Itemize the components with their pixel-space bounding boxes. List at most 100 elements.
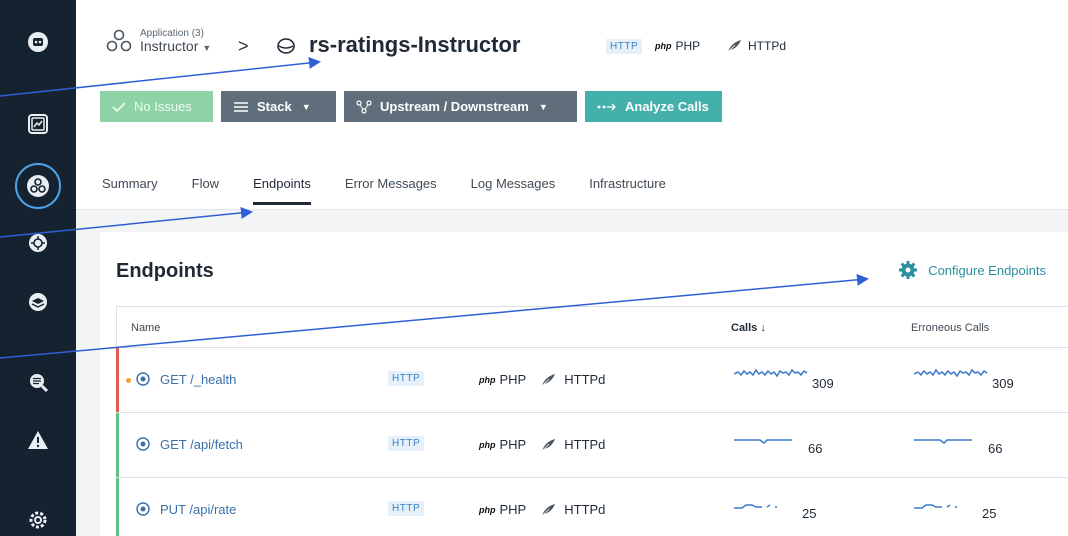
upstream-downstream-label: Upstream / Downstream (380, 99, 529, 114)
caret-down-icon: ▼ (301, 101, 311, 112)
table-row[interactable]: GET /api/fetch HTTP php PHP HTTPd 66 66 (116, 413, 1068, 478)
logo-icon[interactable] (18, 22, 58, 62)
endpoint-name[interactable]: GET /_health (160, 372, 236, 387)
httpd-label: HTTPd (564, 437, 606, 452)
endpoint-name[interactable]: PUT /api/rate (160, 502, 236, 517)
caret-down-icon: ▼ (538, 101, 548, 112)
application-selector[interactable]: Application (3) Instructor ▼ (104, 26, 211, 56)
php-logo-icon: php (479, 439, 496, 450)
application-icon (106, 29, 132, 52)
status-indicator-ok (116, 413, 119, 477)
calls-sparkline (734, 504, 777, 509)
erroneous-sparkline (914, 368, 988, 378)
service-tabs: Summary Flow Endpoints Error Messages Lo… (102, 176, 700, 206)
service-tech-httpd: HTTPd (726, 39, 786, 53)
endpoints-title: Endpoints (116, 260, 214, 282)
erroneous-count: 25 (982, 506, 997, 521)
endpoint-icon (136, 437, 150, 451)
analyze-icon (597, 102, 617, 112)
calls-count: 66 (808, 441, 823, 456)
no-issues-label: No Issues (134, 99, 192, 114)
php-logo-icon: php (479, 504, 496, 515)
endpoint-icon (136, 372, 150, 386)
events-icon[interactable] (18, 420, 58, 460)
feather-icon (727, 40, 741, 53)
httpd-label: HTTPd (748, 39, 787, 53)
warning-dot-icon (126, 378, 131, 383)
calls-sparkline (734, 439, 792, 444)
column-header-calls[interactable]: Calls ↓ (731, 322, 766, 334)
configure-endpoints-label: Configure Endpoints (928, 262, 1046, 278)
check-icon (112, 101, 126, 113)
http-badge: HTTP (388, 371, 425, 386)
dependency-icon (356, 99, 372, 114)
left-nav-rail (0, 0, 76, 536)
endpoint-technologies: php PHP HTTPd (479, 437, 605, 452)
service-tech-php: php PHP (655, 39, 700, 53)
httpd-label: HTTPd (564, 502, 606, 517)
column-header-name[interactable]: Name (131, 322, 160, 334)
calls-count: 309 (812, 376, 834, 391)
feather-icon (541, 373, 556, 386)
feather-icon (541, 438, 556, 451)
httpd-label: HTTPd (564, 372, 606, 387)
application-name[interactable]: Instructor ▼ (140, 37, 211, 54)
service-title: rs-ratings-Instructor (309, 32, 521, 57)
status-indicator-error (116, 348, 119, 412)
stack-icon (233, 101, 249, 113)
feather-icon (541, 503, 556, 516)
service-toolbar: No Issues Stack ▼ Upstream / Downstream … (100, 91, 730, 122)
status-indicator-ok (116, 478, 119, 536)
table-header: Name Calls ↓ Erroneous Calls (116, 306, 1068, 348)
service-icon (277, 38, 295, 54)
breadcrumb-separator: > (238, 36, 249, 56)
php-logo-icon: php (479, 374, 496, 385)
configure-endpoints-link[interactable]: Configure Endpoints (898, 260, 1046, 280)
endpoint-technologies: php PHP HTTPd (479, 372, 605, 387)
application-name-text: Instructor (140, 37, 199, 54)
kubernetes-icon[interactable] (18, 223, 58, 263)
erroneous-count: 309 (992, 376, 1014, 391)
dashboard-icon[interactable] (18, 104, 58, 144)
table-row[interactable]: GET /_health HTTP php PHP HTTPd 309 309 (116, 348, 1068, 413)
settings-icon[interactable] (18, 500, 58, 536)
table-row[interactable]: PUT /api/rate HTTP php PHP HTTPd 25 25 (116, 478, 1068, 536)
php-label: PHP (499, 502, 527, 517)
upstream-downstream-button[interactable]: Upstream / Downstream ▼ (344, 91, 577, 122)
tab-infrastructure[interactable]: Infrastructure (589, 176, 666, 206)
gear-icon (899, 261, 918, 279)
erroneous-count: 66 (988, 441, 1003, 456)
no-issues-button[interactable]: No Issues (100, 91, 213, 122)
applications-icon[interactable] (15, 163, 61, 209)
analyze-calls-button[interactable]: Analyze Calls (585, 91, 722, 122)
main-content: Application (3) Instructor ▼ > rs-ratings… (76, 0, 1068, 536)
calls-header-label: Calls (731, 322, 758, 334)
php-label: PHP (499, 372, 527, 387)
stack-label: Stack (257, 99, 292, 114)
endpoint-technologies: php PHP HTTPd (479, 502, 605, 517)
column-header-erroneous[interactable]: Erroneous Calls (911, 322, 989, 334)
analyze-calls-label: Analyze Calls (625, 99, 709, 114)
endpoint-name[interactable]: GET /api/fetch (160, 437, 243, 452)
tab-summary[interactable]: Summary (102, 176, 158, 206)
sort-arrow-icon: ↓ (760, 322, 766, 334)
endpoints-panel: Endpoints Configure Endpoints Name Calls… (100, 232, 1068, 536)
php-label: PHP (675, 39, 701, 53)
analytics-icon[interactable] (18, 362, 58, 402)
calls-count: 25 (802, 506, 817, 521)
endpoint-icon (136, 502, 150, 516)
infrastructure-icon[interactable] (18, 282, 58, 322)
tab-log-messages[interactable]: Log Messages (471, 176, 556, 206)
calls-sparkline (734, 368, 808, 378)
php-logo-icon: php (655, 41, 672, 51)
erroneous-sparkline (914, 439, 972, 444)
tab-flow[interactable]: Flow (192, 176, 219, 206)
tab-endpoints[interactable]: Endpoints (253, 176, 311, 206)
tab-error-messages[interactable]: Error Messages (345, 176, 437, 206)
http-badge: HTTP (606, 39, 643, 54)
http-badge: HTTP (388, 436, 425, 451)
erroneous-sparkline (914, 504, 957, 509)
stack-button[interactable]: Stack ▼ (221, 91, 336, 122)
service-protocol: HTTP (606, 39, 643, 54)
endpoints-table: Name Calls ↓ Erroneous Calls GET /_healt… (116, 306, 1068, 536)
